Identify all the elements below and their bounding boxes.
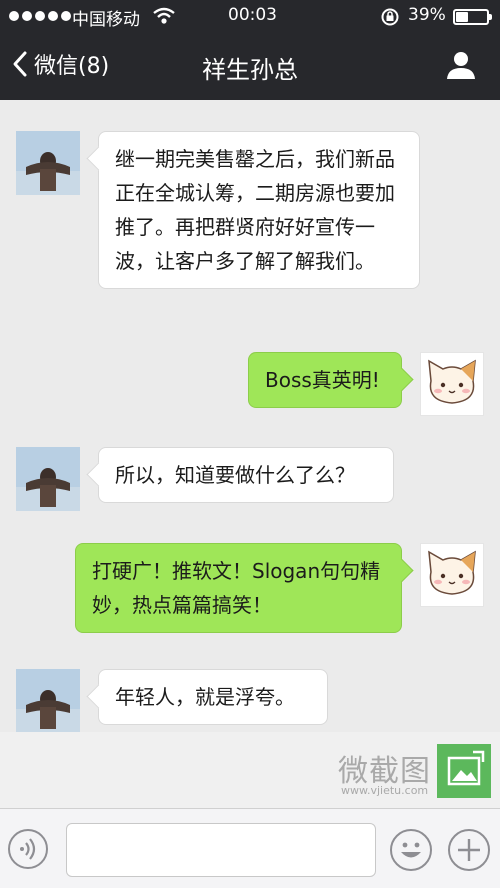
battery-fill <box>456 12 468 22</box>
message-text: 所以，知道要做什么了么？ <box>115 463 355 487</box>
battery-percent: 39% <box>408 5 446 25</box>
add-button[interactable] <box>448 829 490 871</box>
cat-avatar-image <box>428 550 476 595</box>
message-text: 年轻人，就是浮夸。 <box>115 685 295 709</box>
message-bubble-outgoing[interactable]: Boss真英明! <box>248 352 402 408</box>
watermark-logo <box>437 744 491 798</box>
emoji-button[interactable] <box>390 829 432 871</box>
boss-avatar[interactable] <box>16 131 80 195</box>
voice-icon <box>20 838 36 860</box>
message-bubble-outgoing[interactable]: 打硬广！推软文！Slogan句句精妙，热点篇篇搞笑！ <box>75 543 402 633</box>
add-icon <box>458 839 480 861</box>
voice-button[interactable] <box>8 829 48 869</box>
nav-bar: 微信(8) 祥生孙总 <box>0 32 500 100</box>
boss-avatar-image <box>16 131 80 195</box>
orientation-lock-icon <box>381 8 399 26</box>
boss-avatar-image <box>16 669 80 732</box>
my-avatar[interactable] <box>420 543 484 607</box>
my-avatar[interactable] <box>420 352 484 416</box>
watermark: 微截图 www.vjietu.com <box>0 732 500 808</box>
cat-avatar-image <box>428 359 476 404</box>
signal-dots-icon <box>9 11 71 21</box>
message-input[interactable] <box>66 823 376 877</box>
input-bar <box>0 808 500 888</box>
boss-avatar[interactable] <box>16 669 80 732</box>
message-bubble-incoming[interactable]: 所以，知道要做什么了么？ <box>98 447 394 503</box>
boss-avatar[interactable] <box>16 447 80 511</box>
status-bar: 中国移动 00:03 39% <box>0 0 500 32</box>
chat-area: 继一期完美售罄之后，我们新品正在全城认筹，二期房源也要加推了。再把群贤府好好宣传… <box>0 100 500 732</box>
message-text: Boss真英明! <box>265 368 380 392</box>
chat-title: 祥生孙总 <box>202 56 298 84</box>
profile-icon[interactable] <box>446 50 476 80</box>
message-bubble-incoming[interactable]: 年轻人，就是浮夸。 <box>98 669 328 725</box>
status-time: 00:03 <box>228 5 277 25</box>
emoji-icon <box>401 842 421 858</box>
carrier-label: 中国移动 <box>72 10 140 30</box>
watermark-url: www.vjietu.com <box>341 784 429 797</box>
battery-icon <box>453 9 492 25</box>
wifi-icon <box>153 7 175 24</box>
message-text: 打硬广！推软文！Slogan句句精妙，热点篇篇搞笑！ <box>92 559 381 617</box>
message-text: 继一期完美售罄之后，我们新品正在全城认筹，二期房源也要加推了。再把群贤府好好宣传… <box>115 147 395 273</box>
boss-avatar-image <box>16 447 80 511</box>
message-bubble-incoming[interactable]: 继一期完美售罄之后，我们新品正在全城认筹，二期房源也要加推了。再把群贤府好好宣传… <box>98 131 420 289</box>
